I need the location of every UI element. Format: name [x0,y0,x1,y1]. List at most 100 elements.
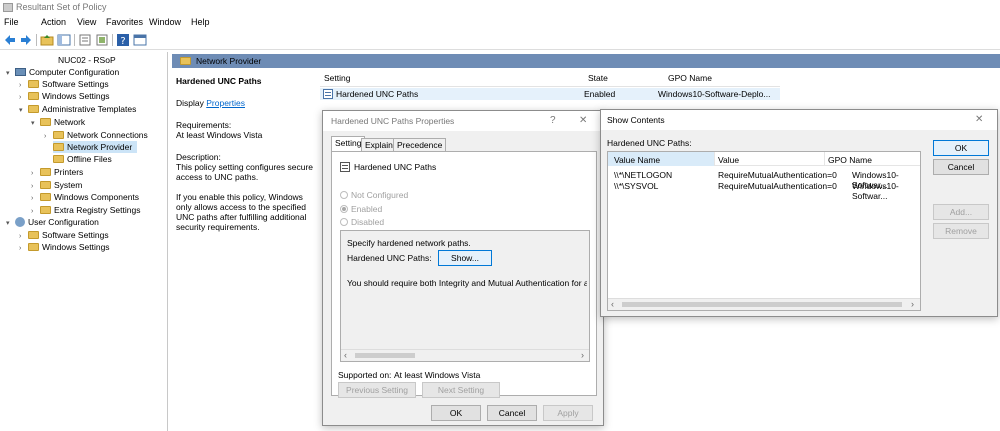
collapse-icon[interactable]: ▾ [6,68,15,80]
tree-user-software-settings[interactable]: › Software Settings [19,229,109,241]
menu-action[interactable]: Action [41,17,66,27]
col-value-name-header[interactable]: Value Name [608,152,714,166]
ok-button[interactable]: OK [933,140,989,156]
policy-name: Hardened UNC Paths [354,162,437,172]
col-divider [824,152,825,166]
tree-user-configuration[interactable]: ▾ User Configuration [6,216,99,228]
close-icon[interactable]: ✕ [975,114,983,125]
folder-icon [40,181,51,189]
scroll-left-icon[interactable]: ‹ [611,299,614,309]
scroll-thumb[interactable] [622,302,902,307]
menu-window[interactable]: Window [149,17,181,27]
app-icon [3,3,13,12]
export-list-icon[interactable] [95,33,109,47]
help-button[interactable]: ? [550,115,556,126]
show-contents-title-bar: Show Contents ✕ [601,110,997,130]
menu-favorites[interactable]: Favorites [106,17,143,27]
col-value-header[interactable]: Value [718,155,739,165]
properties-link[interactable]: Properties [206,98,245,108]
radio-disabled[interactable]: Disabled [340,217,384,227]
tree-extra-registry-settings[interactable]: › Extra Registry Settings [31,204,140,216]
tree-network-provider[interactable]: Network Provider [53,141,137,153]
collapse-icon[interactable]: ▾ [31,118,40,130]
expand-icon[interactable]: › [44,131,53,143]
table-row[interactable]: \\*\NETLOGON RequireMutualAuthentication… [608,170,920,190]
apply-button[interactable]: Apply [543,405,593,421]
svg-text:?: ? [120,36,125,47]
back-arrow-icon[interactable] [3,33,17,47]
collapse-icon[interactable]: ▾ [6,218,15,230]
requirements-value: At least Windows Vista [176,130,263,140]
panel-header-title: Network Provider [196,56,262,66]
tree-label: Extra Registry Settings [54,205,141,215]
horizontal-scrollbar[interactable]: ‹ › [608,298,920,310]
values-grid: Value Name Value GPO Name \\*\NETLOGON R… [607,151,921,311]
menu-help[interactable]: Help [191,17,210,27]
col-setting-header[interactable]: Setting [324,73,350,83]
tree-user-windows-settings[interactable]: › Windows Settings [19,241,110,253]
scroll-right-icon[interactable]: › [911,299,914,309]
cancel-button[interactable]: Cancel [933,159,989,175]
menu-view[interactable]: View [77,17,96,27]
tree-label: Printers [54,167,84,177]
tree-computer-configuration[interactable]: ▾ Computer Configuration [6,66,119,78]
tree-label: Windows Settings [42,91,110,101]
tree-printers[interactable]: › Printers [31,166,83,178]
show-button[interactable]: Show... [438,250,492,266]
expand-icon[interactable]: › [19,243,28,255]
tree-software-settings[interactable]: › Software Settings [19,78,109,90]
scroll-right-icon[interactable]: › [581,350,584,360]
help-icon[interactable]: ? [116,33,130,47]
window-title: Resultant Set of Policy [16,2,107,12]
next-setting-button[interactable]: Next Setting [422,382,500,398]
tree-network[interactable]: ▾ Network [31,116,85,128]
tree-offline-files[interactable]: Offline Files [53,153,112,165]
properties-icon[interactable] [133,33,147,47]
col-gpo-header[interactable]: GPO Name [668,73,712,83]
menu-file[interactable]: File [4,17,19,27]
radio-enabled[interactable]: Enabled [340,204,382,214]
tree-label: Computer Configuration [29,67,120,77]
up-folder-icon[interactable] [40,33,54,47]
col-state-header[interactable]: State [588,73,608,83]
properties-title: Hardened UNC Paths Properties [331,116,455,126]
tree-root[interactable]: NUC02 - RSoP [58,54,116,66]
horizontal-scrollbar[interactable]: ‹ › [341,349,589,361]
tree-label: Network [54,117,86,127]
show-contents-dialog: Show Contents ✕ Hardened UNC Paths: Valu… [600,109,998,317]
scroll-thumb[interactable] [355,353,415,358]
tab-explain[interactable]: Explain [361,138,397,152]
radio-label: Enabled [351,204,383,214]
close-icon[interactable]: ✕ [579,115,587,126]
folder-icon [40,118,51,126]
display-properties-line: Display Properties [176,98,316,108]
show-hide-tree-icon[interactable] [57,33,71,47]
tree-network-connections[interactable]: › Network Connections [44,129,148,141]
tree-root-label: NUC02 - RSoP [58,55,116,65]
tab-precedence[interactable]: Precedence [393,138,447,152]
tree-windows-components[interactable]: › Windows Components [31,191,139,203]
previous-setting-button[interactable]: Previous Setting [338,382,416,398]
options-line-1: Specify hardened network paths. [347,238,471,248]
forward-arrow-icon[interactable] [19,33,33,47]
toolbar-separator [74,34,75,46]
radio-not-configured[interactable]: Not Configured [340,190,408,200]
tree-label: Network Provider [67,142,133,152]
tree-administrative-templates[interactable]: ▾ Administrative Templates [19,103,136,115]
add-button[interactable]: Add... [933,204,989,220]
collapse-icon[interactable]: ▾ [19,105,28,117]
setting-tab-panel: Hardened UNC Paths Not Configured Enable… [331,151,597,398]
table-row[interactable]: \\*\SYSVOL RequireMutualAuthentication=0… [608,181,920,201]
scroll-left-icon[interactable]: ‹ [344,350,347,360]
panel-header: Network Provider [172,54,1000,68]
col-gpo-header[interactable]: GPO Name [828,155,872,165]
ok-button[interactable]: OK [431,405,481,421]
tree-system[interactable]: › System [31,179,82,191]
cancel-button[interactable]: Cancel [487,405,537,421]
remove-button[interactable]: Remove [933,223,989,239]
tree-label: Software Settings [42,230,109,240]
refresh-list-icon[interactable] [78,33,92,47]
radio-circle [340,191,348,199]
table-row[interactable]: Hardened UNC Paths Enabled Windows10-Sof… [320,88,780,100]
tree-windows-settings[interactable]: › Windows Settings [19,90,110,102]
